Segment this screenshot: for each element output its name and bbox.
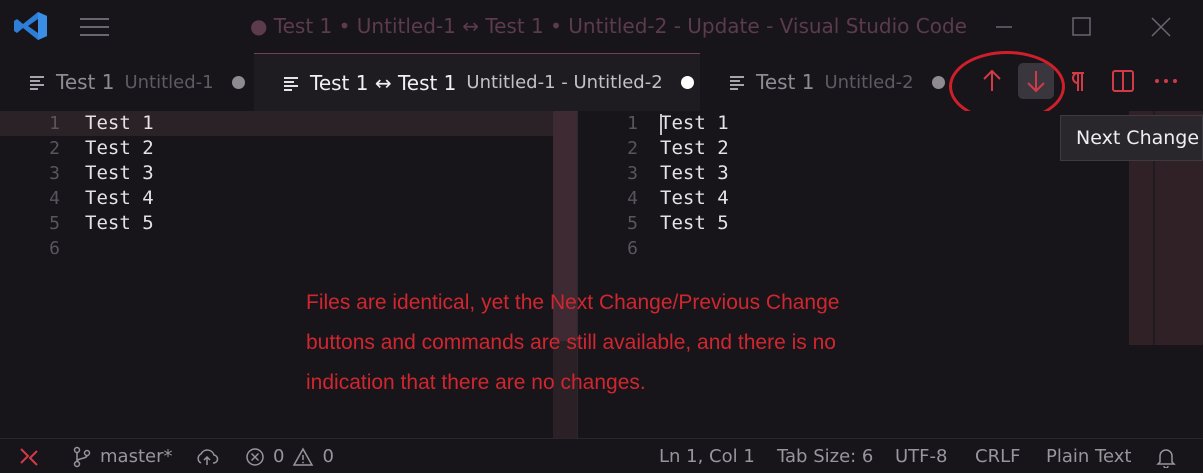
- warning-icon: [293, 446, 314, 466]
- code-line: 3 Test 3: [627, 162, 729, 184]
- next-change-tooltip: Next Change: [1060, 115, 1203, 161]
- tab-description: Untitled-1 - Untitled-2: [466, 72, 663, 93]
- window-title: ● Test 1 • Untitled-1 ↔ Test 1 • Untitle…: [250, 14, 967, 38]
- code-line: 2 Test 2: [49, 137, 154, 159]
- remote-icon: [20, 447, 38, 466]
- unsaved-dot-icon[interactable]: [680, 76, 694, 89]
- remote-indicator[interactable]: [18, 439, 48, 473]
- error-icon: [246, 447, 264, 466]
- annotation-text: Files are identical, yet the Next Change…: [306, 283, 946, 403]
- ellipsis-icon[interactable]: [1148, 63, 1184, 99]
- code-line: 1 Test 1: [49, 112, 154, 134]
- git-branch-icon: [73, 446, 91, 467]
- error-count: 0: [273, 446, 285, 467]
- notifications[interactable]: [1156, 439, 1184, 473]
- file-text-icon: [30, 75, 46, 90]
- code-line: 4 Test 4: [627, 187, 729, 209]
- code-line: 3 Test 3: [49, 162, 154, 184]
- code-line: 4 Test 4: [49, 187, 154, 209]
- annotation-line: Files are identical, yet the Next Change…: [306, 291, 840, 314]
- bell-icon: [1156, 448, 1176, 468]
- split-editor-icon[interactable]: [1105, 63, 1141, 99]
- code-line: 6: [627, 238, 638, 259]
- tab-size[interactable]: Tab Size: 6: [777, 439, 873, 473]
- tab-name: Test 1 ↔ Test 1: [310, 70, 457, 95]
- tab-diff[interactable]: Test 1 ↔ Test 1 Untitled-1 - Untitled-2: [254, 53, 700, 111]
- vscode-logo-icon: [14, 12, 47, 40]
- unsaved-dot-icon[interactable]: [231, 75, 245, 89]
- annotation-line: indication that there are no changes.: [306, 371, 646, 394]
- tab-untitled-1[interactable]: Test 1 Untitled-1: [0, 53, 254, 111]
- menu-icon[interactable]: [80, 17, 110, 37]
- tab-description: Untitled-2: [824, 71, 914, 93]
- code-line: 5 Test 5: [49, 212, 154, 234]
- code-line: 2 Test 2: [627, 137, 729, 159]
- warning-count: 0: [322, 446, 334, 467]
- sync-indicator[interactable]: [195, 439, 227, 473]
- tab-name: Test 1: [56, 70, 115, 94]
- annotation-line: buttons and commands are still available…: [306, 331, 836, 354]
- problems-indicator[interactable]: 0 0: [245, 439, 334, 473]
- branch-label: master*: [100, 446, 173, 467]
- code-line: 6: [49, 238, 60, 259]
- status-bar: master* 0 0 Ln 1, Col 1 Tab Size: 6 UTF-…: [0, 438, 1203, 473]
- end-of-line[interactable]: CRLF: [975, 439, 1020, 473]
- text-cursor: [660, 114, 662, 135]
- language-mode[interactable]: Plain Text: [1046, 439, 1131, 473]
- cloud-upload-icon: [197, 448, 219, 465]
- close-icon[interactable]: [1144, 10, 1178, 44]
- file-text-icon: [730, 75, 746, 90]
- tab-untitled-2[interactable]: Test 1 Untitled-2: [700, 53, 950, 111]
- encoding[interactable]: UTF-8: [895, 439, 947, 473]
- toggle-whitespace-icon[interactable]: [1064, 63, 1088, 99]
- minimize-icon[interactable]: [987, 10, 1021, 44]
- unsaved-dot-icon[interactable]: [931, 75, 945, 89]
- branch-indicator[interactable]: master*: [72, 439, 172, 473]
- maximize-icon[interactable]: [1064, 10, 1098, 44]
- tab-description: Untitled-1: [124, 71, 214, 93]
- title-bar: ● Test 1 • Untitled-1 ↔ Test 1 • Untitle…: [0, 0, 1203, 53]
- cursor-position[interactable]: Ln 1, Col 1: [659, 439, 755, 473]
- code-line: 5 Test 5: [627, 212, 729, 234]
- tab-name: Test 1: [756, 70, 815, 94]
- file-text-icon: [284, 76, 300, 91]
